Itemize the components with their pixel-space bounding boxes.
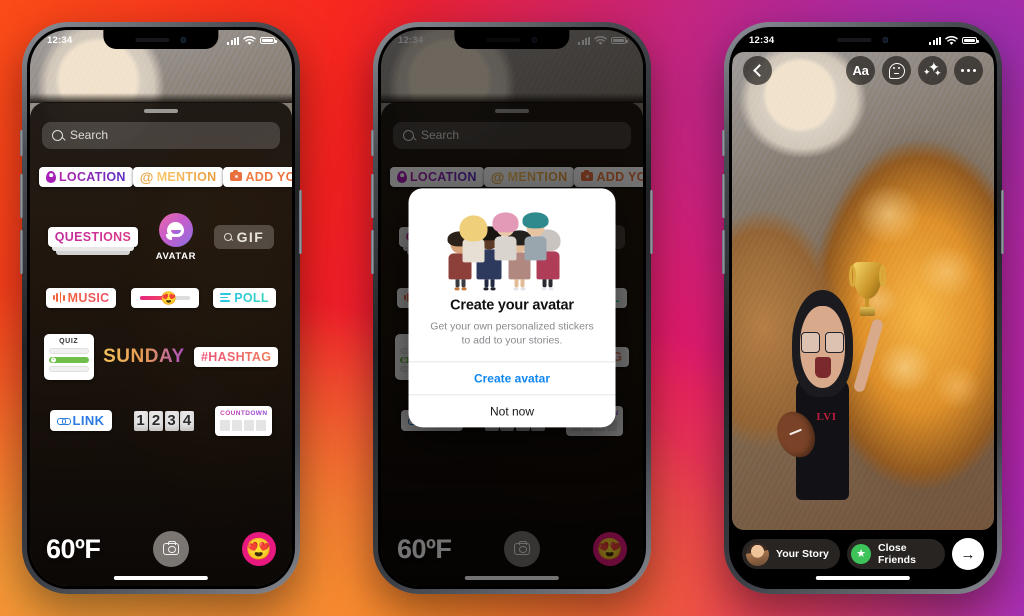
drag-handle[interactable]	[144, 109, 178, 113]
phone-3-story-editor: 12:34 Aa ✦ ✦ ✦ LVI Your Story ★ Close Fr…	[722, 22, 1004, 594]
search-icon	[223, 233, 232, 241]
sparkles-icon: ✦ ✦ ✦	[923, 59, 942, 78]
cellular-signal-icon	[227, 36, 239, 45]
notch	[103, 30, 219, 49]
slider-emoji-knob[interactable]: 😍	[161, 291, 177, 304]
avatar-shirt-logo: LVI	[816, 410, 837, 423]
wifi-icon	[945, 35, 958, 45]
poll-bars-icon	[220, 293, 232, 302]
sticker-gif[interactable]: GIF	[213, 225, 275, 249]
search-placeholder: Search	[70, 128, 109, 142]
back-button[interactable]	[743, 56, 772, 85]
sticker-poll[interactable]: POLL	[213, 287, 276, 308]
create-avatar-dialog: Create your avatar Get your own personal…	[408, 188, 616, 428]
home-indicator[interactable]	[113, 576, 209, 580]
emoji-button[interactable]: 😍	[241, 532, 276, 566]
sticker-row-2: QUESTIONS AVATAR GIF	[30, 212, 292, 262]
avatar-sticker[interactable]: LVI	[763, 261, 886, 514]
avatar-crowd-illustration	[425, 204, 600, 291]
sticker-smiley-icon	[888, 62, 905, 79]
earpiece-speaker	[837, 37, 872, 42]
earpiece-speaker	[135, 37, 170, 42]
temperature-sticker[interactable]: 60ºF	[46, 534, 101, 565]
sticker-countdown[interactable]: COUNTDOWN	[215, 405, 273, 436]
quiz-option	[48, 347, 89, 354]
cellular-signal-icon	[929, 36, 941, 45]
home-indicator[interactable]	[815, 576, 911, 580]
location-pin-icon	[46, 170, 56, 183]
sticker-row-4: QUIZ SUNDAY #HASHTAG	[30, 333, 292, 380]
sticker-questions[interactable]: QUESTIONS	[47, 227, 139, 255]
sticker-emoji-slider[interactable]: 😍	[130, 287, 199, 308]
your-story-button[interactable]: Your Story	[742, 539, 840, 569]
camera-footer: 60ºF 😍	[30, 526, 292, 572]
effects-tool-button[interactable]: ✦ ✦ ✦	[918, 56, 947, 85]
avatar-glasses	[800, 331, 845, 353]
sticker-add-yours[interactable]: ADD YOURS	[223, 166, 292, 187]
text-tool-button[interactable]: Aa	[846, 56, 875, 85]
phone-2-avatar-modal: 12:34 Search	[371, 22, 653, 594]
editor-toolbar: Aa ✦ ✦ ✦	[732, 56, 994, 85]
status-time: 12:34	[749, 35, 775, 46]
battery-icon	[260, 36, 277, 45]
modal-title: Create your avatar	[450, 297, 574, 314]
not-now-button[interactable]: Not now	[408, 394, 616, 428]
sticker-row-5: LINK 1 2 3 4 COUNTDOWN	[30, 405, 292, 436]
sticker-tray-panel: Search LOCATION @ MENTION ADD YOURS	[30, 93, 292, 586]
phone-1-sticker-tray: 12:34 Search LOCATION @ MENTION ADD YO Q…	[20, 22, 302, 594]
countdown-cells	[220, 419, 267, 431]
text-Aa-icon: Aa	[852, 63, 869, 78]
camera-icon	[230, 169, 243, 182]
battery-icon	[962, 36, 979, 45]
music-wave-icon	[53, 292, 65, 303]
front-camera-icon	[882, 36, 889, 43]
chevron-left-icon	[752, 64, 766, 77]
avatar-mouth	[815, 357, 831, 379]
sticker-sunday-text[interactable]: SUNDAY	[103, 346, 185, 368]
sticker-music[interactable]: MUSIC	[46, 287, 117, 308]
sticker-hashtag[interactable]: #HASHTAG	[194, 346, 279, 367]
sticker-tool-button[interactable]	[882, 56, 911, 85]
status-time: 12:34	[47, 35, 73, 46]
close-friends-button[interactable]: ★ Close Friends	[847, 539, 945, 569]
ellipsis-icon	[961, 68, 976, 73]
wifi-icon	[243, 35, 256, 45]
avatar-face-icon	[158, 212, 193, 247]
search-icon	[52, 129, 63, 141]
front-camera-icon	[180, 36, 187, 43]
more-options-button[interactable]	[954, 56, 983, 85]
quiz-option	[48, 365, 89, 372]
at-sign-icon: @	[139, 168, 154, 185]
sticker-avatar[interactable]: AVATAR	[156, 212, 196, 262]
sticker-quiz[interactable]: QUIZ	[43, 333, 94, 380]
send-button[interactable]: →	[952, 538, 984, 570]
sticker-row-3: MUSIC 😍 POLL	[30, 287, 292, 308]
search-input[interactable]: Search	[42, 121, 280, 149]
trophy-icon	[848, 261, 886, 318]
close-friends-star-icon: ★	[851, 544, 871, 564]
sticker-countdown-digits[interactable]: 1 2 3 4	[133, 410, 195, 431]
avatar	[746, 542, 769, 566]
modal-subtitle: Get your own personalized stickers to ad…	[430, 320, 594, 347]
create-avatar-button[interactable]: Create avatar	[408, 361, 616, 395]
story-share-bar: Your Story ★ Close Friends →	[732, 538, 994, 570]
notch	[805, 30, 921, 49]
shutter-button[interactable]	[153, 531, 190, 567]
sticker-row-1: LOCATION @ MENTION ADD YOURS	[30, 166, 292, 187]
avatar-arm	[853, 317, 885, 393]
quiz-option-correct	[48, 356, 89, 363]
sticker-mention[interactable]: @ MENTION	[132, 166, 224, 187]
sticker-location[interactable]: LOCATION	[39, 166, 133, 187]
chain-link-icon	[56, 416, 71, 425]
sticker-link[interactable]: LINK	[49, 410, 113, 431]
